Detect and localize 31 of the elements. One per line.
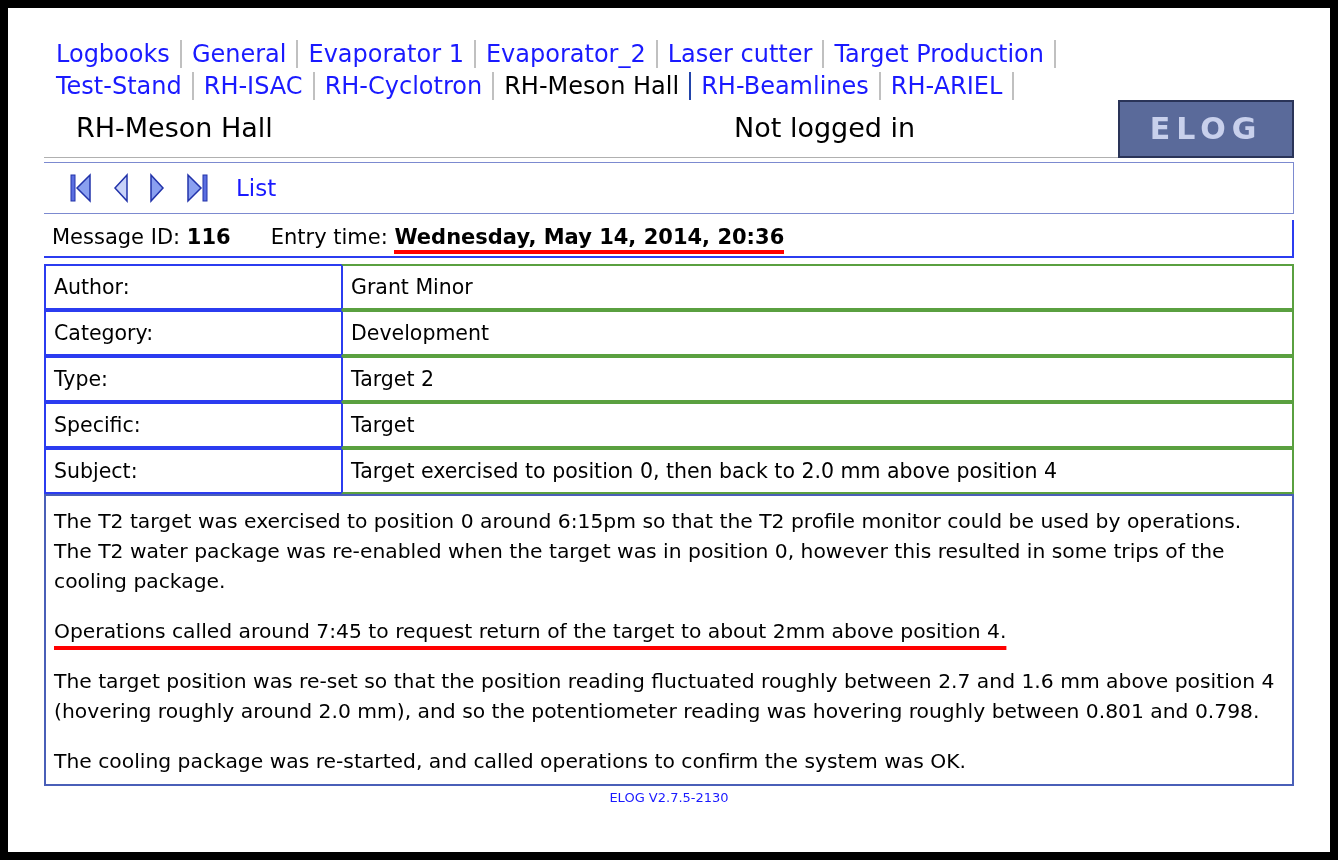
attribute-label: Type: — [44, 356, 341, 402]
elog-logo: ELOG — [1118, 99, 1294, 158]
body-paragraph: The cooling package was re-started, and called operations to confirm the system was OK. — [54, 748, 967, 775]
body-paragraph: The target position was re-set so that the position reading fluctuated roughly between 2.7 and 1.6 mm above position 4 (hovering roughly around 2.0 mm), and so the potentiometer reading was hovering roughly between 0.801 and 0.798. — [54, 668, 1276, 725]
attribute-value: Target exercised to position 0, then back to 2.0 mm above position 4 — [341, 448, 1294, 494]
logbook-title: RH-Meson Hall — [75, 111, 274, 146]
logbook-tab[interactable]: Laser cutter — [657, 40, 825, 68]
logbook-tab[interactable]: Evaporator_2 — [475, 40, 658, 68]
next-icon[interactable] — [148, 173, 166, 203]
attribute-value: Grant Minor — [341, 264, 1294, 310]
attribute-label: Author: — [44, 264, 341, 310]
attribute-value: Target — [341, 402, 1294, 448]
attribute-label: Subject: — [44, 448, 341, 494]
first-icon[interactable] — [68, 173, 94, 203]
body-paragraph: The T2 target was exercised to position 0 around 6:15pm so that the T2 profile monitor could be used by operations. The T2 water package was re-enabled when the target was in position 0, however this resulted in some trips of the cooling package. — [54, 508, 1243, 595]
body-paragraph: Operations called around 7:45 to request return of the target to about 2mm above position 4. — [54, 618, 1007, 645]
list-link[interactable]: List — [236, 170, 277, 206]
version-link[interactable]: ELOG V2.7.5-2130 — [609, 788, 729, 808]
logbook-tab[interactable]: Evaporator 1 — [298, 40, 476, 68]
attribute-value: Development — [341, 310, 1294, 356]
message-id: Message ID: 116 — [52, 224, 231, 252]
attribute-label: Specific: — [44, 402, 341, 448]
logbook-tab[interactable]: General — [181, 40, 299, 68]
logbook-tab[interactable]: Logbooks — [56, 40, 182, 68]
logbook-tab[interactable]: Target Production — [824, 40, 1056, 68]
attribute-label: Category: — [44, 310, 341, 356]
last-icon[interactable] — [184, 173, 210, 203]
entry-time: Entry time: Wednesday, May 14, 2014, 20:36 — [270, 222, 785, 254]
previous-icon[interactable] — [112, 173, 130, 203]
attribute-value: Target 2 — [341, 356, 1294, 402]
login-status: Not logged in — [734, 111, 917, 146]
